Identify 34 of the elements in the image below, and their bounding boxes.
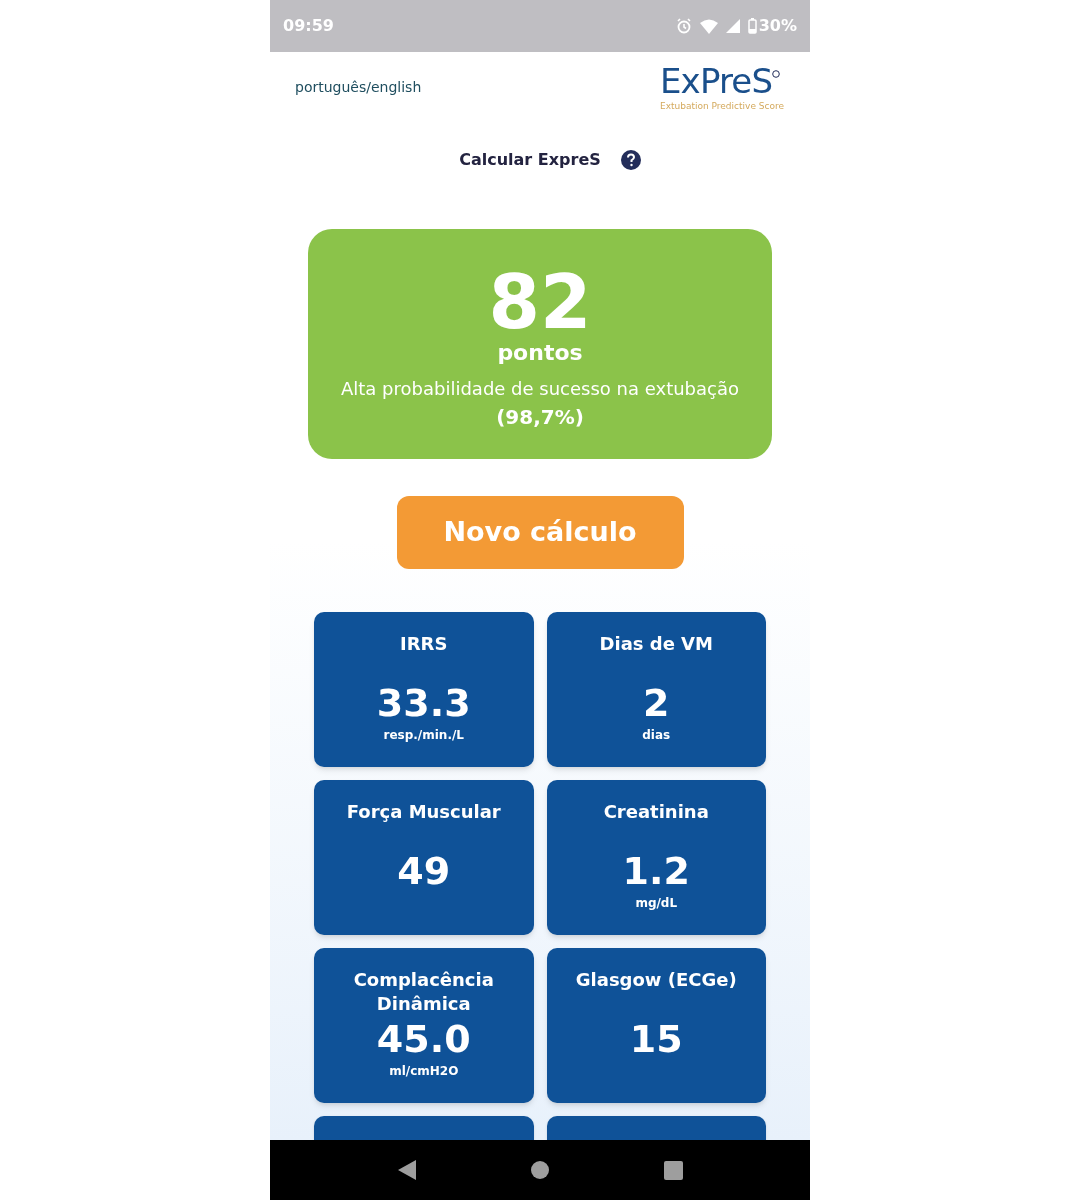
- metric-label: Glasgow (ECGe): [575, 968, 737, 992]
- metric-value: 15: [629, 1018, 683, 1060]
- score-unit: pontos: [497, 338, 583, 367]
- metric-value: 49: [397, 850, 451, 892]
- metric-label: IRRS: [400, 632, 448, 656]
- page-title: Calcular ExpreS: [459, 148, 601, 171]
- metric-label: Creatinina: [603, 800, 709, 824]
- metric-unit: mg/dL: [635, 895, 678, 912]
- recents-icon[interactable]: [663, 1160, 683, 1180]
- language-link[interactable]: português/english: [295, 77, 422, 98]
- metric-value: 1.2: [622, 850, 690, 892]
- battery-level: 30%: [758, 15, 797, 37]
- metric-value: 2: [643, 682, 670, 724]
- logo-subtitle: Extubation Predictive Score: [660, 100, 784, 113]
- alarm-icon: [675, 18, 692, 34]
- battery-icon: [747, 18, 757, 34]
- metric-unit: dias: [642, 727, 671, 744]
- result-message: Alta probabilidade de sucesso na extubação: [341, 376, 739, 401]
- probability: (98,7%): [496, 403, 584, 431]
- wifi-icon: [699, 18, 718, 34]
- metric-label: Força Muscular: [346, 800, 501, 824]
- metric-label: Dias de VM: [599, 632, 713, 656]
- metric-label: Complacência Dinâmica: [352, 968, 495, 1016]
- metric-unit: resp./min./L: [383, 727, 464, 744]
- metric-value: 33.3: [376, 682, 471, 724]
- signal-icon: [725, 19, 740, 33]
- help-icon[interactable]: [620, 149, 641, 170]
- metric-unit: ml/cmH2O: [389, 1063, 459, 1080]
- home-icon[interactable]: [530, 1161, 549, 1179]
- logo-title: ExPreS: [660, 62, 773, 100]
- score-value: 82: [488, 264, 592, 339]
- metric-value: 45.0: [376, 1018, 471, 1060]
- back-icon[interactable]: [397, 1160, 416, 1180]
- clock: 09:59: [283, 15, 334, 37]
